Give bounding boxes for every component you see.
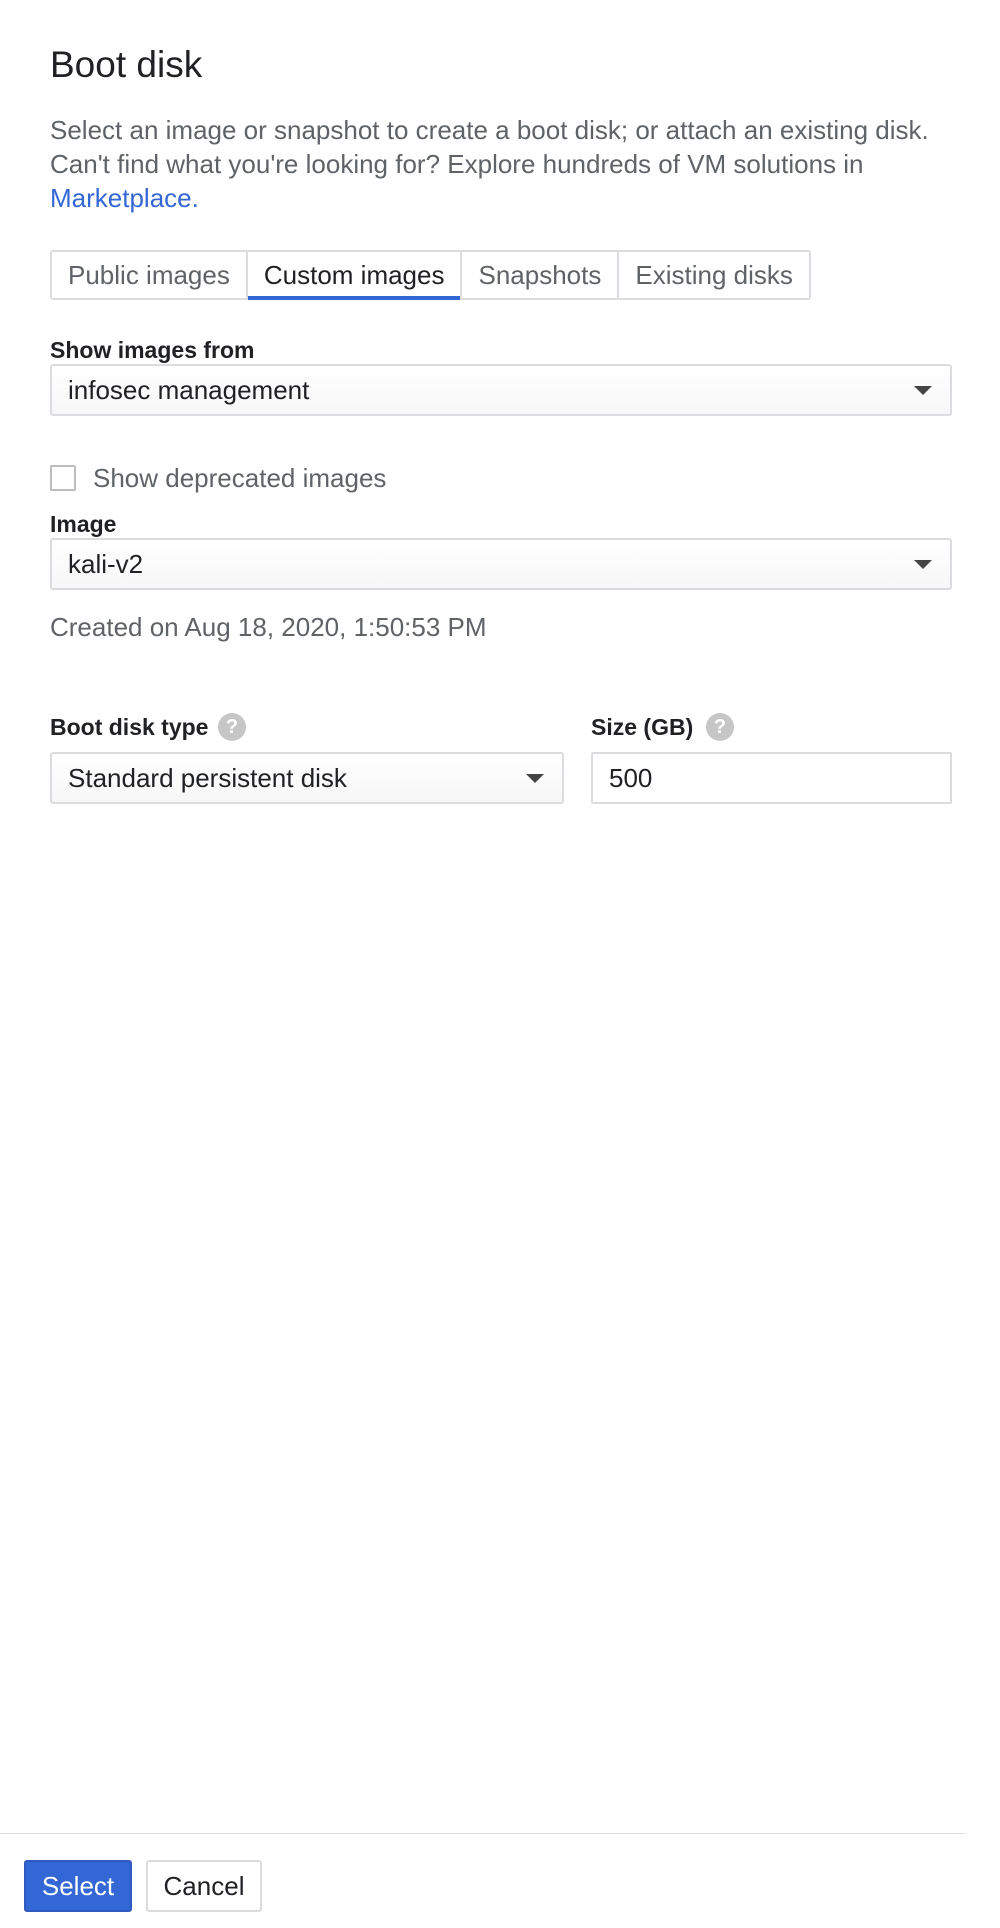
footer-divider: [0, 1833, 966, 1834]
cancel-button[interactable]: Cancel: [146, 1860, 262, 1912]
boot-disk-type-select[interactable]: Standard persistent disk: [50, 752, 564, 804]
chevron-down-icon: [526, 774, 544, 783]
help-icon[interactable]: ?: [218, 713, 246, 741]
description-line-2: Can't find what you're looking for? Expl…: [50, 149, 864, 179]
image-select[interactable]: kali-v2: [50, 538, 952, 590]
size-input[interactable]: [591, 752, 952, 804]
select-button[interactable]: Select: [24, 1860, 132, 1912]
tab-snapshots[interactable]: Snapshots: [462, 252, 620, 298]
marketplace-link[interactable]: Marketplace.: [50, 183, 199, 213]
help-icon[interactable]: ?: [706, 713, 734, 741]
show-images-from-label: Show images from: [50, 337, 255, 363]
show-deprecated-checkbox[interactable]: [50, 465, 76, 491]
boot-disk-type-value: Standard persistent disk: [68, 763, 347, 793]
show-deprecated-label[interactable]: Show deprecated images: [93, 463, 386, 494]
boot-disk-panel: Boot disk Select an image or snapshot to…: [0, 0, 966, 1928]
page-title: Boot disk: [50, 44, 203, 85]
tab-custom-images[interactable]: Custom images: [247, 252, 463, 300]
show-images-from-value: infosec management: [68, 375, 310, 405]
boot-disk-type-label: Boot disk type: [50, 714, 209, 740]
image-created-text: Created on Aug 18, 2020, 1:50:53 PM: [50, 612, 487, 642]
tab-public-images[interactable]: Public images: [52, 252, 248, 298]
image-value: kali-v2: [68, 549, 144, 579]
show-images-from-select[interactable]: infosec management: [50, 364, 952, 416]
description-line-1: Select an image or snapshot to create a …: [50, 115, 929, 145]
tab-existing-disks[interactable]: Existing disks: [619, 252, 809, 298]
chevron-down-icon: [914, 560, 932, 569]
size-label: Size (GB): [591, 714, 694, 740]
image-label: Image: [50, 511, 117, 537]
image-source-tabs: Public images Custom images Snapshots Ex…: [50, 250, 811, 300]
chevron-down-icon: [914, 386, 932, 395]
description: Select an image or snapshot to create a …: [50, 113, 980, 215]
